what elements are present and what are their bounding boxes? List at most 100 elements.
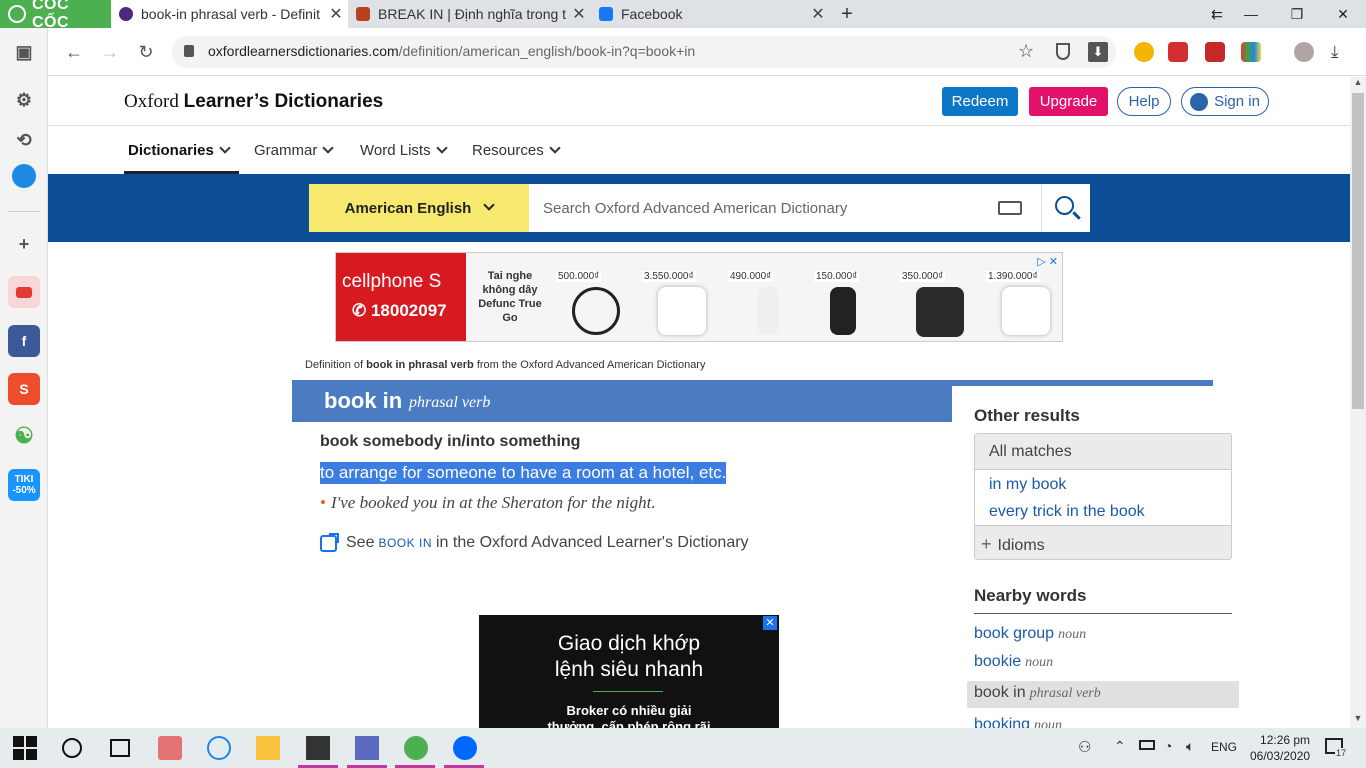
- scrollbar-thumb[interactable]: [1352, 93, 1364, 409]
- sticky-notes-icon[interactable]: [306, 736, 330, 760]
- menu-resources[interactable]: Resources: [472, 142, 561, 159]
- minimize-button[interactable]: —: [1228, 0, 1274, 28]
- wifi-icon[interactable]: ◔: [1164, 738, 1172, 754]
- new-badge-extension-icon[interactable]: [1168, 42, 1188, 62]
- shopee-icon[interactable]: S: [8, 373, 40, 405]
- search-input[interactable]: [529, 184, 1041, 232]
- facebook-icon[interactable]: f: [8, 325, 40, 357]
- scroll-up-icon: ▲: [1353, 77, 1363, 87]
- close-tab-icon[interactable]: ✕: [324, 4, 348, 24]
- app-icon[interactable]: [355, 736, 379, 760]
- match-link[interactable]: in my book: [989, 476, 1066, 494]
- zalo-icon[interactable]: [453, 736, 477, 760]
- chevron-down-icon: [219, 142, 231, 154]
- menu-grammar[interactable]: Grammar: [254, 142, 335, 159]
- shield-icon[interactable]: [1056, 43, 1070, 60]
- web-page: Oxford Learner’s Dictionaries Redeem Upg…: [48, 77, 1350, 728]
- page-scrollbar[interactable]: ▲ ▼: [1350, 77, 1366, 728]
- ad-banner-top[interactable]: cellphone S ✆ 18002097 Tai nghe không dâ…: [335, 252, 1063, 342]
- colorful-extension-icon[interactable]: [1241, 42, 1261, 62]
- coccoc-menu-button[interactable]: CỐC CỐC: [0, 0, 111, 31]
- battery-icon[interactable]: [1139, 740, 1155, 750]
- profile-avatar[interactable]: [1294, 42, 1314, 62]
- settings-gear-icon[interactable]: ⚙: [8, 84, 40, 116]
- app-icon[interactable]: [207, 736, 231, 760]
- nearby-word-current[interactable]: book in phrasal verb: [967, 681, 1239, 708]
- menu-word-lists[interactable]: Word Lists: [360, 142, 448, 159]
- youtube-icon[interactable]: [8, 276, 40, 308]
- chevron-down-icon: [483, 199, 496, 211]
- reload-button[interactable]: ↻: [134, 40, 158, 64]
- people-icon[interactable]: ⚇: [1078, 738, 1091, 756]
- menu-dictionaries[interactable]: Dictionaries: [128, 142, 231, 159]
- back-button[interactable]: ←: [62, 40, 86, 64]
- keyboard-icon[interactable]: [998, 201, 1022, 215]
- input-language[interactable]: ENG: [1211, 740, 1237, 754]
- search-circle-icon[interactable]: [62, 738, 82, 758]
- tab-cambridge[interactable]: BREAK IN | Định nghĩa trong t ✕: [348, 0, 591, 28]
- ad-product[interactable]: 3.550.000₫: [638, 253, 724, 341]
- scroll-down-icon: ▼: [1353, 713, 1363, 723]
- ad-product[interactable]: 350.000₫: [896, 253, 982, 341]
- task-view-icon[interactable]: [110, 739, 130, 757]
- all-matches-header[interactable]: All matches: [975, 434, 1231, 470]
- matches-box: All matches in my book every trick in th…: [974, 433, 1232, 560]
- downloads-icon[interactable]: ⤓: [1331, 42, 1339, 62]
- search-button[interactable]: [1041, 184, 1090, 232]
- clock[interactable]: 12:26 pm 06/03/2020: [1250, 732, 1310, 764]
- ad-banner-bottom[interactable]: Giao dịch khớp lệnh siêu nhanh Broker có …: [479, 615, 779, 728]
- ad-description: Tai nghe không dây Defunc True Go: [478, 270, 542, 324]
- cambridge-favicon-icon: [356, 7, 370, 21]
- redeem-button[interactable]: Redeem: [942, 87, 1018, 116]
- restore-button[interactable]: ❐: [1274, 0, 1320, 28]
- taskbar: ⚇ ⌃ ◔ 🔈︎ ENG 12:26 pm 06/03/2020 17: [0, 728, 1366, 768]
- nearby-word[interactable]: booking noun: [974, 716, 1062, 728]
- coccoc-taskbar-icon[interactable]: [404, 736, 428, 760]
- ad-choices-icon[interactable]: ▷ ✕: [1037, 255, 1058, 268]
- site-logo[interactable]: Oxford Learner’s Dictionaries: [124, 91, 383, 113]
- tab-facebook[interactable]: Facebook ✕: [591, 0, 830, 28]
- ad-close-icon[interactable]: ✕: [763, 616, 777, 630]
- other-results-title: Other results: [974, 406, 1080, 425]
- close-tab-icon[interactable]: ✕: [806, 4, 830, 24]
- help-button[interactable]: Help: [1117, 87, 1171, 116]
- add-app-icon[interactable]: +: [8, 228, 40, 260]
- sign-in-button[interactable]: Sign in: [1181, 87, 1269, 116]
- messenger-icon[interactable]: [12, 164, 36, 188]
- coccoc-extension-icon[interactable]: [1134, 42, 1154, 62]
- nearby-word[interactable]: bookie noun: [974, 653, 1053, 671]
- windows-start-icon[interactable]: [13, 736, 37, 760]
- oxford-favicon-icon: [119, 7, 133, 21]
- coccoc-app-icon[interactable]: ☯: [8, 420, 40, 452]
- history-icon[interactable]: ⟲: [8, 124, 40, 156]
- app-icon[interactable]: [158, 736, 182, 760]
- see-also-link[interactable]: See book in in the Oxford Advanced Learner…: [320, 532, 749, 552]
- address-bar[interactable]: oxfordlearnersdictionaries.com/definitio…: [172, 36, 1116, 68]
- tab-oxford[interactable]: book-in phrasal verb - Definit ✕: [111, 0, 348, 28]
- header-divider: [48, 125, 1350, 126]
- download-page-icon[interactable]: ⬇: [1088, 42, 1108, 62]
- file-explorer-icon[interactable]: [256, 736, 280, 760]
- match-link[interactable]: every trick in the book: [989, 503, 1145, 521]
- forward-button[interactable]: →: [98, 40, 122, 64]
- volume-icon[interactable]: 🔈︎: [1186, 738, 1194, 755]
- tray-chevron-up-icon[interactable]: ⌃: [1114, 738, 1126, 755]
- pdf-extension-icon[interactable]: [1205, 42, 1225, 62]
- close-tab-icon[interactable]: ✕: [567, 4, 591, 24]
- new-tab-button[interactable]: +: [836, 3, 858, 25]
- bookmark-star-icon[interactable]: ☆: [1018, 41, 1034, 62]
- ad-product[interactable]: 500.000₫: [552, 253, 638, 341]
- close-window-button[interactable]: ✕: [1320, 0, 1366, 28]
- tiki-icon[interactable]: TIKI -50%: [8, 469, 40, 501]
- sidebar-divider: [8, 211, 40, 212]
- dictionary-select[interactable]: American English: [309, 184, 529, 232]
- nearby-word[interactable]: book group noun: [974, 625, 1086, 643]
- idioms-expander[interactable]: + Idioms: [975, 525, 1231, 559]
- ad-product[interactable]: 490.000₫: [724, 253, 810, 341]
- ad-product[interactable]: 150.000₫: [810, 253, 896, 341]
- sidebar-toggle-icon[interactable]: ▣: [8, 36, 40, 68]
- upgrade-button[interactable]: Upgrade: [1029, 87, 1108, 116]
- ad-headline: Giao dịch khớp lệnh siêu nhanh: [554, 632, 704, 681]
- sense-pattern: book somebody in/into something: [320, 433, 581, 450]
- url-text[interactable]: oxfordlearnersdictionaries.com/definitio…: [208, 43, 695, 59]
